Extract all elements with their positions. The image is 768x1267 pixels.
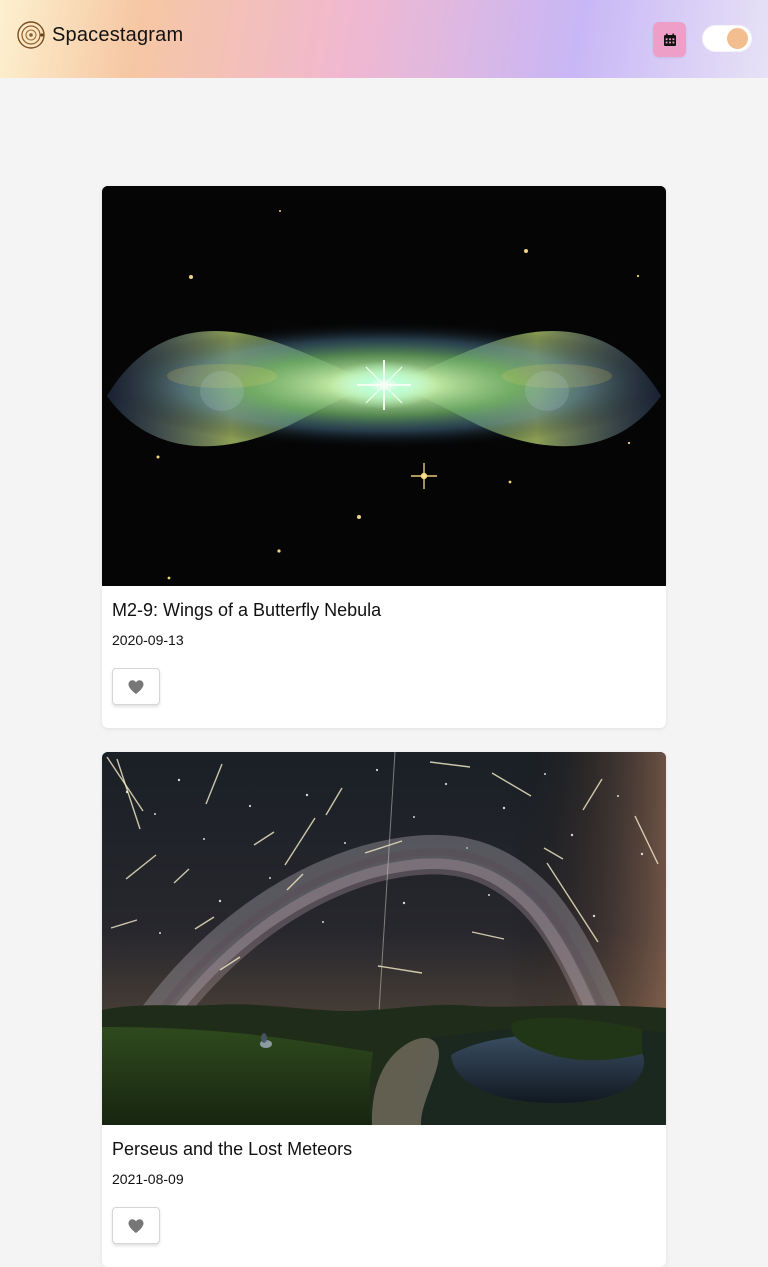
post-body: M2-9: Wings of a Butterfly Nebula 2020-0… [102, 586, 666, 705]
spacestagram-logo-icon [17, 21, 45, 49]
like-button[interactable] [112, 1207, 160, 1244]
post-body: Perseus and the Lost Meteors 2021-08-09 [102, 1125, 666, 1244]
post-image [102, 752, 666, 1125]
post-title: Perseus and the Lost Meteors [112, 1139, 353, 1159]
heart-icon [128, 679, 144, 694]
post-card: M2-9: Wings of a Butterfly Nebula 2020-0… [102, 186, 666, 728]
brand: Spacestagram [16, 20, 183, 50]
toggle-knob [727, 28, 748, 49]
heart-icon [128, 1218, 144, 1233]
post-title: M2-9: Wings of a Butterfly Nebula [112, 600, 382, 620]
calendar-icon [663, 33, 676, 46]
post-image [102, 186, 666, 586]
calendar-button[interactable] [653, 22, 686, 57]
theme-toggle[interactable] [702, 25, 752, 52]
post-date: 2020-09-13 [112, 632, 184, 648]
app-title: Spacestagram [52, 23, 184, 46]
like-button[interactable] [112, 668, 160, 705]
post-card: Perseus and the Lost Meteors 2021-08-09 [102, 752, 666, 1267]
app-header: Spacestagram [0, 0, 768, 78]
post-date: 2021-08-09 [112, 1171, 184, 1187]
